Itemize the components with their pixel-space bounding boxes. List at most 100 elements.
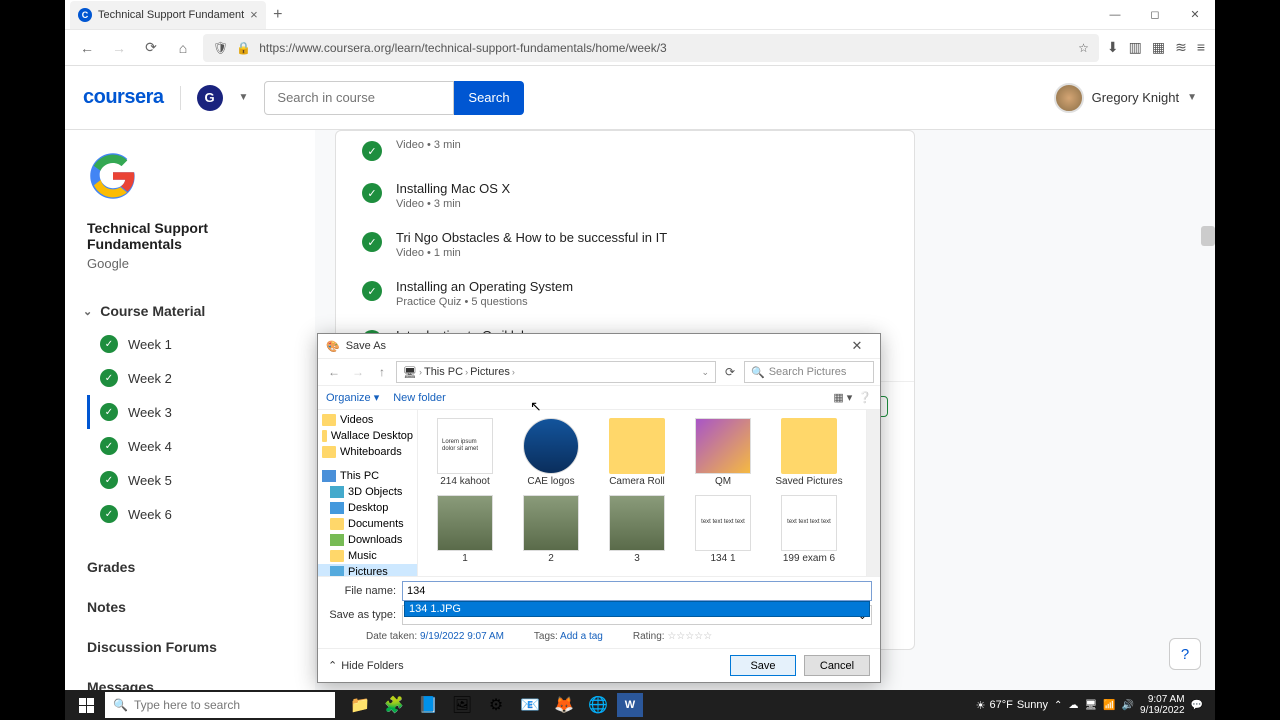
minimize-button[interactable]: — [1095,0,1135,30]
new-folder-button[interactable]: New folder [393,392,446,404]
user-avatar[interactable] [1054,83,1084,113]
tree-item[interactable]: Documents [318,516,417,532]
pocket-icon[interactable]: ⬇ [1107,39,1119,56]
chevron-down-icon[interactable]: ⌄ [701,367,709,378]
back-button[interactable]: ← [324,365,344,379]
close-window-button[interactable]: ✕ [1175,0,1215,30]
tab-close-icon[interactable]: × [250,7,258,22]
date-value[interactable]: 9/19/2022 9:07 AM [420,631,504,642]
lesson-item[interactable]: ✓ Installing an Operating SystemPractice… [336,269,914,318]
chevron-down-icon[interactable]: ▼ [239,92,249,103]
tree-item-pictures[interactable]: Pictures [318,564,417,576]
start-button[interactable] [69,691,103,719]
sidebar-item-week4[interactable]: ✓Week 4 [87,429,303,463]
app-icon[interactable]: 🧩 [377,691,411,719]
tree-item[interactable]: Desktop [318,500,417,516]
sidebar-item-week5[interactable]: ✓Week 5 [87,463,303,497]
app-icon[interactable]: 📘 [411,691,445,719]
url-input[interactable]: 🛡 🔒 https://www.coursera.org/learn/techn… [203,34,1099,62]
outlook-icon[interactable]: 📧 [513,691,547,719]
reload-button[interactable]: ⟳ [139,36,163,60]
firefox-icon[interactable]: 🦊 [547,691,581,719]
lesson-item[interactable]: ✓ Installing Mac OS XVideo • 3 min [336,171,914,220]
tree-item[interactable]: Downloads [318,532,417,548]
nav-forums[interactable]: Discussion Forums [77,627,303,667]
tree-item[interactable]: Music [318,548,417,564]
rss-icon[interactable]: ≋ [1175,39,1187,56]
forward-button[interactable]: → [348,365,368,379]
dialog-search-input[interactable]: 🔍 Search Pictures [744,361,874,383]
sidebar-item-week6[interactable]: ✓Week 6 [87,497,303,531]
clock[interactable]: 9:07 AM 9/19/2022 [1140,694,1185,716]
home-button[interactable]: ⌂ [171,36,195,60]
org-avatar[interactable]: G [197,85,223,111]
maximize-button[interactable]: ◻ [1135,0,1175,30]
file-item[interactable]: CAE logos [510,416,592,489]
tags-link[interactable]: Add a tag [560,631,603,642]
search-button[interactable]: Search [454,81,523,115]
word-icon[interactable]: W [617,693,643,717]
back-button[interactable]: ← [75,36,99,60]
cancel-button[interactable]: Cancel [804,655,870,676]
rating-stars[interactable]: ☆☆☆☆☆ [667,631,712,642]
organize-button[interactable]: Organize ▾ [326,391,379,404]
forward-button[interactable]: → [107,36,131,60]
explorer-icon[interactable]: 📁 [343,691,377,719]
star-icon[interactable]: ☆ [1078,41,1089,55]
file-item[interactable]: Saved Pictures [768,416,850,489]
scrollbar[interactable] [866,410,880,576]
file-item[interactable]: 1 [424,493,506,566]
search-input[interactable] [264,81,454,115]
autocomplete-suggestion[interactable]: 134 1.JPG [404,601,870,617]
tree-item[interactable]: 3D Objects [318,484,417,500]
weather-widget[interactable]: ☀ 67°F Sunny [976,699,1048,712]
tray-icon[interactable]: 🖥 [1084,700,1097,711]
lesson-item[interactable]: ✓ Tri Ngo Obstacles & How to be successf… [336,220,914,269]
file-item[interactable]: Camera Roll [596,416,678,489]
course-material-header[interactable]: ⌄ Course Material [77,295,303,327]
tree-item[interactable]: Whiteboards [318,444,417,460]
file-item[interactable]: QM [682,416,764,489]
close-icon[interactable]: ✕ [842,338,872,354]
notification-icon[interactable]: 💬 [1191,700,1203,711]
filename-input[interactable] [402,581,872,601]
chrome-icon[interactable]: 🌐 [581,691,615,719]
browser-tab[interactable]: C Technical Support Fundament × [70,1,266,29]
new-tab-button[interactable]: + [266,6,290,24]
coursera-logo[interactable]: coursera [83,86,164,109]
user-chevron-down-icon[interactable]: ▼ [1187,92,1197,103]
nav-notes[interactable]: Notes [77,587,303,627]
lesson-item[interactable]: ✓ Video • 3 min [336,139,914,171]
tray-chevron-up-icon[interactable]: ⌃ [1054,700,1062,711]
volume-icon[interactable]: 🔊 [1122,700,1134,711]
tree-item[interactable]: Videos [318,412,417,428]
file-item[interactable]: 2 [510,493,592,566]
help-button[interactable]: ? [1169,638,1201,670]
app-icon[interactable]: 🖼 [445,691,479,719]
refresh-button[interactable]: ⟳ [720,365,740,379]
wifi-icon[interactable]: 📶 [1103,700,1115,711]
view-button[interactable]: ▦ ▾ [833,391,852,404]
sidebar-item-week1[interactable]: ✓Week 1 [87,327,303,361]
help-icon[interactable]: ❔ [858,391,872,404]
library-icon[interactable]: ▥ [1129,39,1142,56]
tree-item[interactable]: This PC [318,468,417,484]
sidebar-item-week3[interactable]: ✓Week 3 [87,395,303,429]
file-item[interactable]: Lorem ipsum dolor sit amet214 kahoot [424,416,506,489]
save-button[interactable]: Save [730,655,796,676]
app-icon[interactable]: ⚙ [479,691,513,719]
file-grid[interactable]: Lorem ipsum dolor sit amet214 kahoot CAE… [418,410,866,576]
tray-icon[interactable]: ☁ [1068,700,1078,711]
taskbar-search[interactable]: 🔍 Type here to search [105,692,335,718]
path-breadcrumb[interactable]: 🖥 › This PC › Pictures › ⌄ [396,361,716,383]
tree-item[interactable]: Wallace Desktop [318,428,417,444]
sidebar-item-week2[interactable]: ✓Week 2 [87,361,303,395]
hide-folders-button[interactable]: ⌃Hide Folders [328,659,404,672]
menu-icon[interactable]: ≡ [1197,39,1205,56]
folder-tree[interactable]: Videos Wallace Desktop Whiteboards This … [318,410,418,576]
file-item[interactable]: text text text text134 1 [682,493,764,566]
up-button[interactable]: ↑ [372,365,392,379]
file-item[interactable]: 3 [596,493,678,566]
extension-icon[interactable]: ▦ [1152,39,1165,56]
file-item[interactable]: text text text text199 exam 6 [768,493,850,566]
